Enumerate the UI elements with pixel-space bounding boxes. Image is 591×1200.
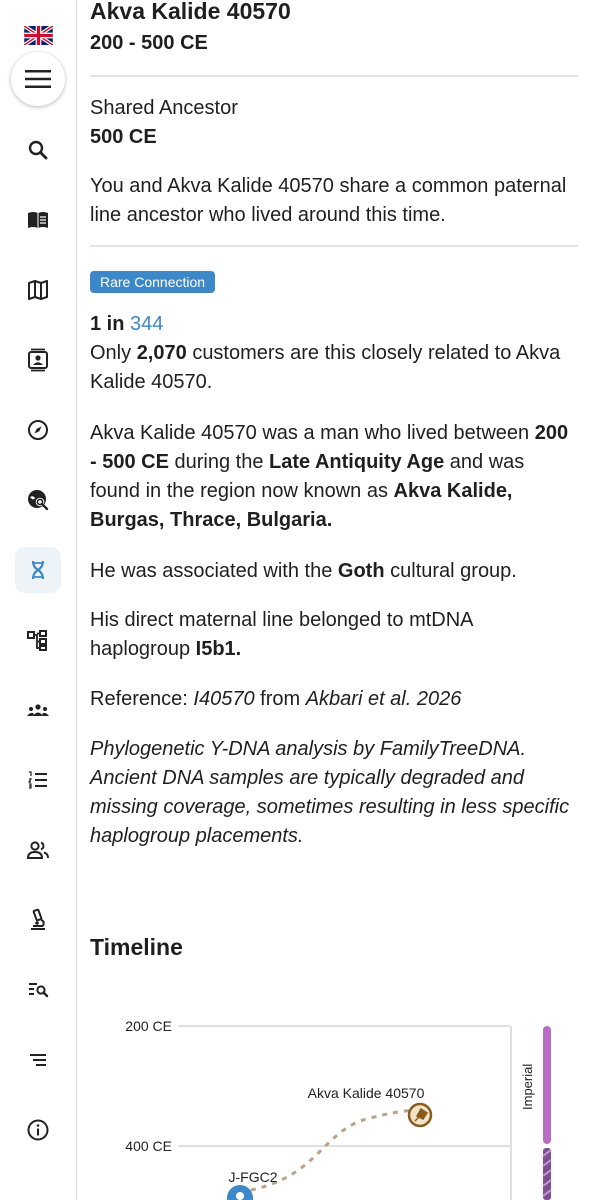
nav-search[interactable]: [15, 127, 61, 173]
reference: Reference: I40570 from Akbari et al. 202…: [90, 685, 578, 714]
list-search-icon: [29, 983, 49, 998]
dna-icon: [31, 560, 45, 580]
shared-ancestor-description: You and Akva Kalide 40570 share a common…: [90, 175, 567, 226]
reference-id: I40570: [193, 688, 255, 710]
analysis-note: Phylogenetic Y-DNA analysis by FamilyTre…: [90, 738, 570, 847]
sort-lines-icon: [30, 1054, 46, 1066]
reference-source: Akbari et al. 2026: [305, 688, 462, 710]
ratio-value: 344: [130, 313, 164, 335]
ratio-prefix: 1 in: [90, 313, 125, 335]
divider: [90, 245, 578, 247]
cultural-group: He was associated with the Goth cultural…: [90, 557, 578, 586]
tick-label-200: 200 CE: [125, 1018, 172, 1034]
timeline-title: Timeline: [90, 934, 183, 960]
uk-flag-icon[interactable]: [24, 26, 53, 45]
microscope-icon: [31, 908, 45, 930]
maternal-line: His direct maternal line belonged to mtD…: [90, 606, 578, 664]
location-pin-icon: [236, 1192, 244, 1200]
nav-map[interactable]: [15, 267, 61, 313]
nav-sort[interactable]: [15, 1037, 61, 1083]
sample-marker[interactable]: [407, 1102, 433, 1128]
rare-connection-badge: Rare Connection: [90, 271, 216, 293]
info-icon: [27, 1119, 49, 1141]
groups-icon: [27, 704, 49, 716]
nav-list-search[interactable]: [15, 967, 61, 1013]
globe-search-icon: [28, 490, 49, 511]
nav-info[interactable]: [15, 1107, 61, 1153]
reference-label: Reference:: [90, 688, 188, 710]
nav-tree[interactable]: [15, 617, 61, 663]
bio-text: during the: [174, 451, 264, 473]
people-icon: [26, 841, 49, 859]
reference-mid: from: [260, 688, 301, 710]
numbered-list-icon: [27, 771, 47, 789]
era-label-imperial: Imperial: [520, 1064, 535, 1110]
nav-globe-search[interactable]: [15, 477, 61, 523]
connection-ratio: 1 in 344: [90, 310, 578, 339]
book-icon: [28, 212, 48, 228]
timeline-chart: 200 CE 400 CE Imperial Akva Kalide 40570…: [125, 1018, 552, 1200]
contact-card-icon: [28, 348, 48, 372]
menu-button[interactable]: [11, 52, 65, 106]
bio-age: Late Antiquity Age: [269, 451, 445, 473]
nav-book[interactable]: [15, 197, 61, 243]
nav-compass[interactable]: [15, 407, 61, 453]
page-title: Akva Kalide 40570: [90, 0, 291, 24]
hamburger-icon: [25, 70, 51, 88]
bio-text: Akva Kalide 40570 was a man who lived be…: [90, 422, 530, 444]
haplogroup-marker[interactable]: [227, 1185, 253, 1200]
bio-paragraph: Akva Kalide 40570 was a man who lived be…: [90, 419, 578, 535]
nav-groups[interactable]: [15, 687, 61, 733]
sidebar: [0, 0, 77, 1200]
search-icon: [28, 140, 48, 160]
era-bar-imperial: [543, 1026, 551, 1144]
haplogroup-label[interactable]: J-FGC2: [229, 1169, 278, 1185]
bio-text: cultural group.: [390, 560, 517, 582]
mtdna-haplogroup: I5b1.: [195, 638, 242, 660]
customers-pre: Only: [90, 342, 132, 364]
bio-text: His direct maternal line belonged to mtD…: [90, 609, 473, 660]
shared-ancestor-date: 500 CE: [90, 126, 157, 148]
nav-microscope[interactable]: [15, 897, 61, 943]
sample-label[interactable]: Akva Kalide 40570: [308, 1085, 425, 1101]
nav-people[interactable]: [15, 827, 61, 873]
shared-ancestor-label: Shared Ancestor: [90, 97, 238, 119]
nav-dna[interactable]: [15, 547, 61, 593]
bio-text: He was associated with the: [90, 560, 333, 582]
compass-icon: [28, 420, 48, 440]
customers-related: Only 2,070 customers are this closely re…: [90, 339, 578, 397]
map-icon: [28, 280, 48, 300]
cultural-group-name: Goth: [337, 560, 385, 582]
tick-label-400: 400 CE: [125, 1138, 172, 1154]
nav-profile[interactable]: [15, 337, 61, 383]
tree-diagram-icon: [27, 630, 47, 651]
divider: [90, 75, 578, 77]
date-range: 200 - 500 CE: [90, 32, 208, 54]
customers-count: 2,070: [136, 342, 187, 364]
nav-list[interactable]: [15, 757, 61, 803]
